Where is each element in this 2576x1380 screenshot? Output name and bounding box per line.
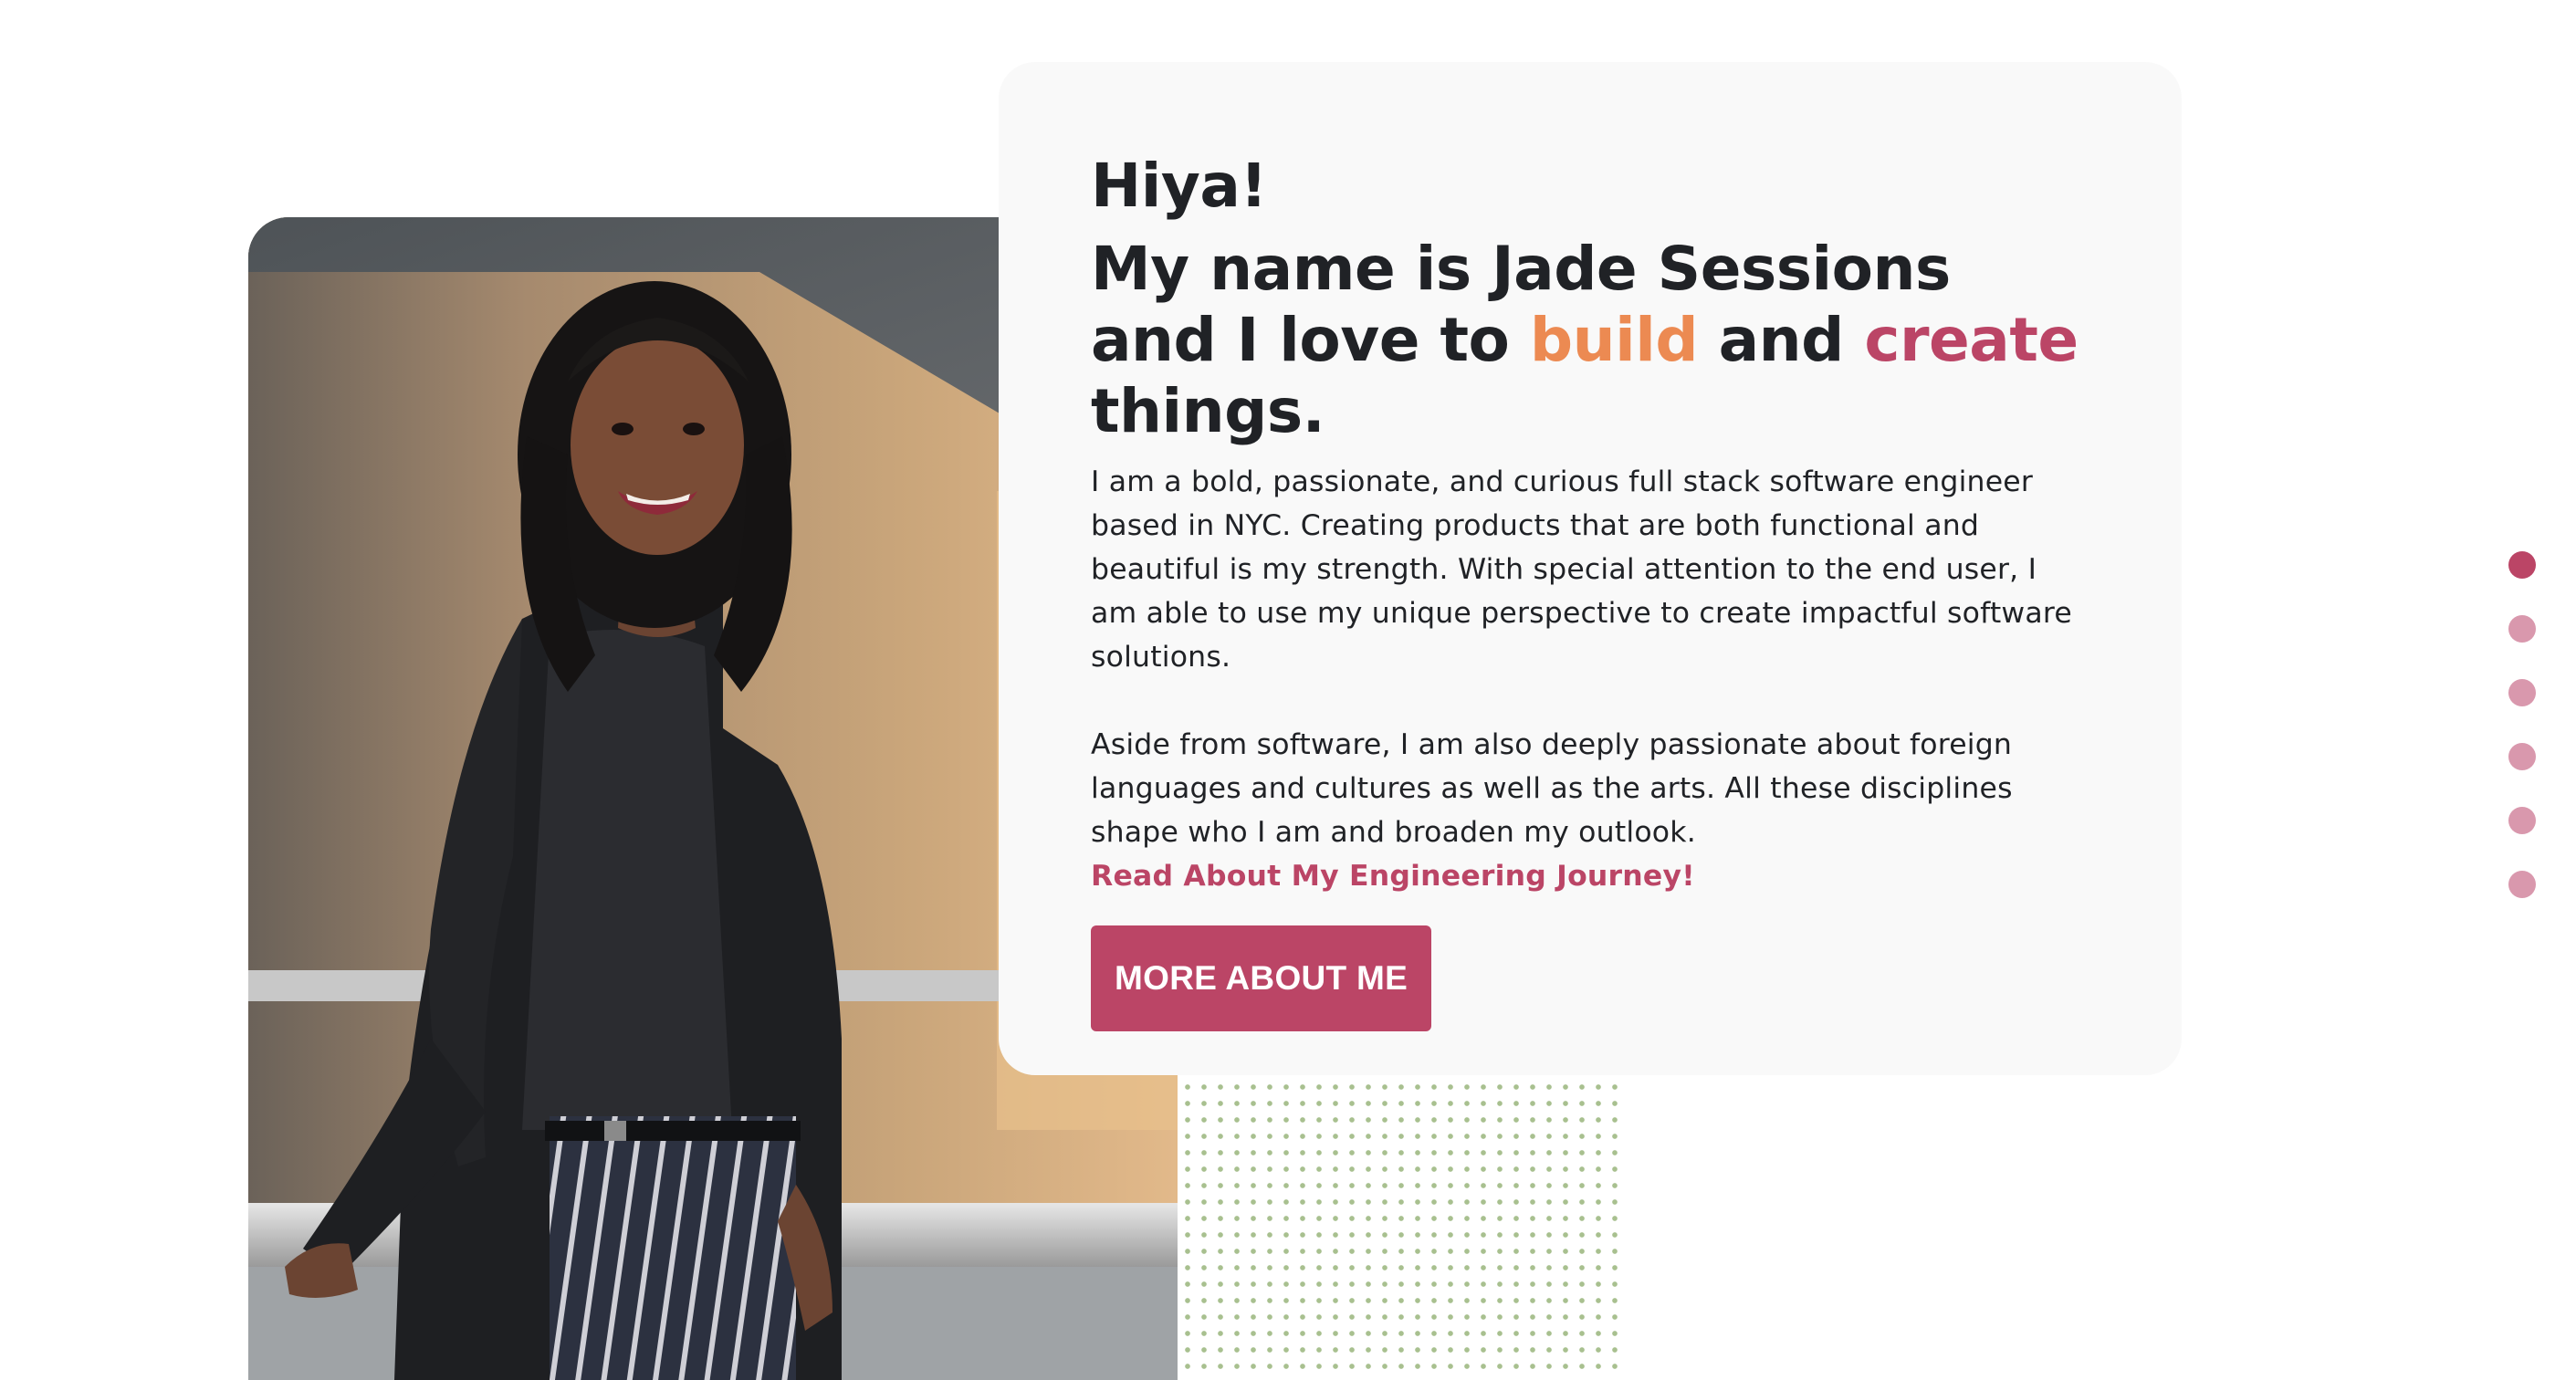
more-about-me-button[interactable]: MORE ABOUT ME — [1091, 925, 1432, 1031]
intro-paragraph-1: I am a bold, passionate, and curious ful… — [1091, 465, 2072, 674]
headline-end-word: things. — [1091, 376, 1325, 446]
headline-and-word: and — [1718, 305, 1845, 375]
intro-headline: My name is Jade Sessions and I love to b… — [1091, 234, 2090, 447]
intro-card: Hiya! My name is Jade Sessions and I lov… — [999, 62, 2182, 1075]
pager-dot-4[interactable] — [2508, 743, 2536, 770]
headline-create-word: create — [1864, 305, 2079, 375]
engineering-journey-link[interactable]: Read About My Engineering Journey! — [1091, 854, 2090, 898]
pager-dot-2[interactable] — [2508, 615, 2536, 643]
pager-dot-5[interactable] — [2508, 807, 2536, 834]
dot-pattern-decoration — [1179, 1079, 1618, 1380]
intro-paragraph-2: Aside from software, I am also deeply pa… — [1091, 728, 2013, 849]
headline-build-word: build — [1529, 305, 1699, 375]
pager-dot-1[interactable] — [2508, 551, 2536, 579]
section-pager — [2508, 551, 2539, 935]
pager-dot-3[interactable] — [2508, 679, 2536, 706]
greeting-heading: Hiya! — [1091, 151, 1268, 221]
about-section: Hiya! My name is Jade Sessions and I lov… — [0, 0, 2576, 1380]
pager-dot-6[interactable] — [2508, 871, 2536, 898]
